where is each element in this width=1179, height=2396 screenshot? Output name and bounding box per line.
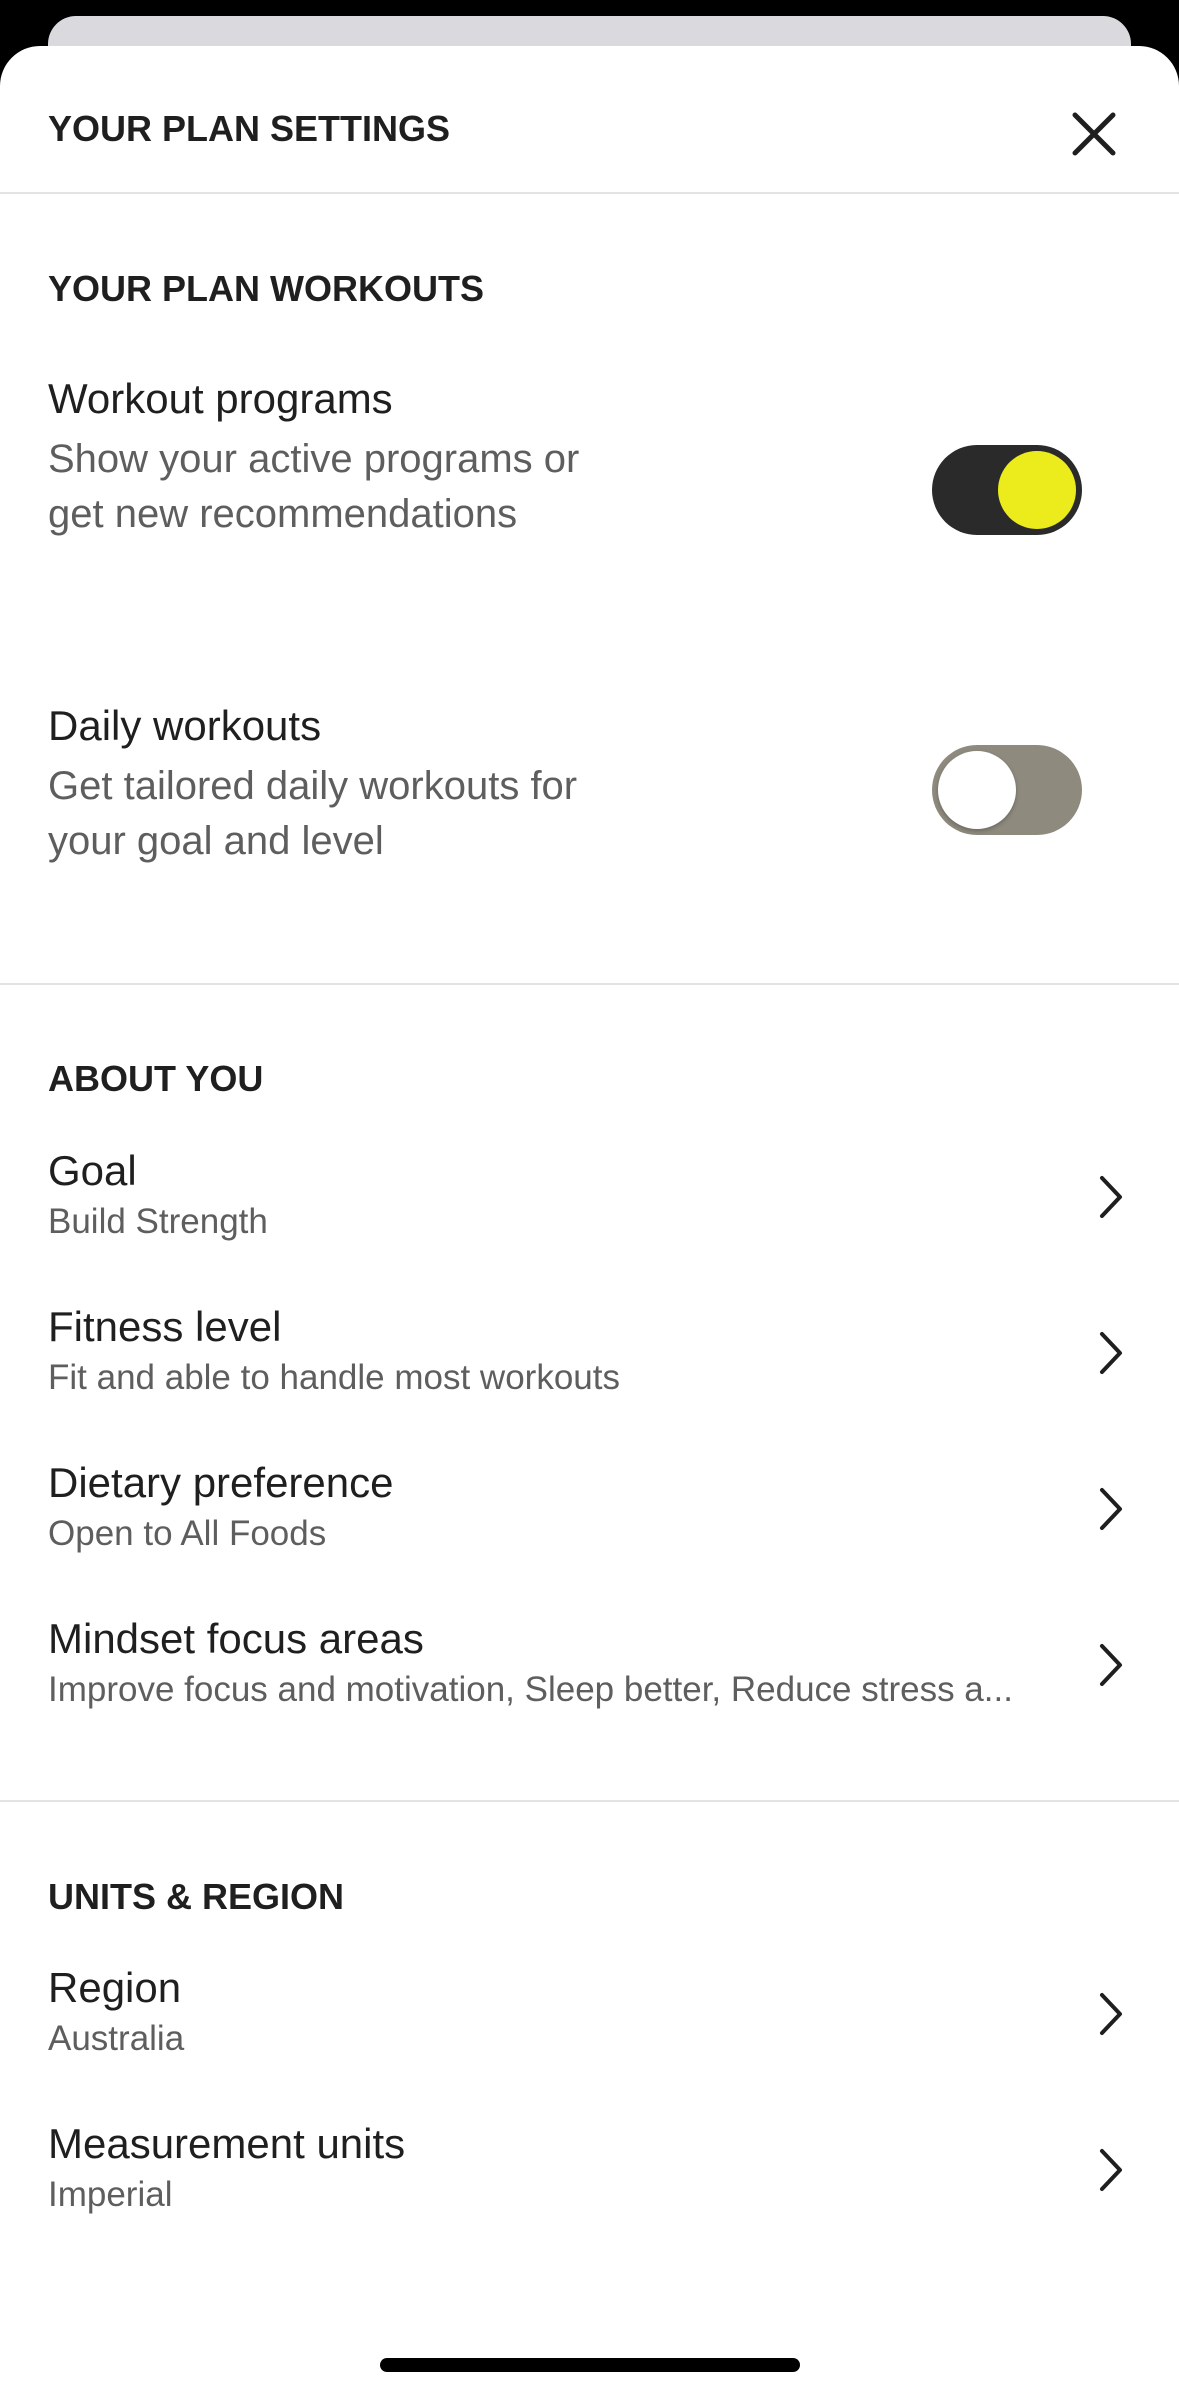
region-row[interactable]: Region Australia xyxy=(0,1961,1179,2091)
region-value: Australia xyxy=(48,2019,185,2058)
workout-programs-toggle[interactable] xyxy=(932,445,1082,535)
measurement-units-row[interactable]: Measurement units Imperial xyxy=(0,2117,1179,2247)
fitness-level-row[interactable]: Fitness level Fit and able to handle mos… xyxy=(0,1300,1179,1430)
chevron-right-icon xyxy=(1100,1993,1122,2035)
measurement-units-value: Imperial xyxy=(48,2175,173,2214)
fitness-level-title: Fitness level xyxy=(48,1303,282,1350)
mindset-focus-row[interactable]: Mindset focus areas Improve focus and mo… xyxy=(0,1612,1179,1742)
sheet-header: YOUR PLAN SETTINGS xyxy=(0,46,1179,194)
chevron-right-icon xyxy=(1100,2149,1122,2191)
goal-row[interactable]: Goal Build Strength xyxy=(0,1144,1179,1274)
goal-title: Goal xyxy=(48,1147,137,1194)
home-indicator[interactable] xyxy=(380,2358,800,2372)
chevron-right-icon xyxy=(1100,1176,1122,1218)
daily-workouts-description: Get tailored daily workouts for your goa… xyxy=(48,764,578,863)
page-title: YOUR PLAN SETTINGS xyxy=(48,108,451,149)
toggle-knob xyxy=(998,451,1076,529)
chevron-right-icon xyxy=(1100,1332,1122,1374)
mindset-focus-value: Improve focus and motivation, Sleep bett… xyxy=(48,1670,1013,1709)
measurement-units-title: Measurement units xyxy=(48,2120,406,2167)
close-button[interactable] xyxy=(1066,106,1122,162)
section-divider xyxy=(0,983,1179,985)
region-title: Region xyxy=(48,1964,182,2011)
section-title-about-you: ABOUT YOU xyxy=(48,1058,264,1099)
settings-sheet: YOUR PLAN SETTINGS YOUR PLAN WORKOUTS Wo… xyxy=(0,46,1179,2396)
chevron-right-icon xyxy=(1100,1644,1122,1686)
toggle-knob xyxy=(938,751,1016,829)
section-title-workouts: YOUR PLAN WORKOUTS xyxy=(48,268,484,309)
section-title-units-region: UNITS & REGION xyxy=(48,1876,345,1917)
close-icon xyxy=(1072,112,1116,156)
daily-workouts-toggle[interactable] xyxy=(932,745,1082,835)
mindset-focus-title: Mindset focus areas xyxy=(48,1615,424,1662)
chevron-right-icon xyxy=(1100,1488,1122,1530)
workout-programs-title: Workout programs xyxy=(48,375,393,422)
goal-value: Build Strength xyxy=(48,1202,268,1241)
dietary-preference-row[interactable]: Dietary preference Open to All Foods xyxy=(0,1456,1179,1586)
dietary-preference-title: Dietary preference xyxy=(48,1459,394,1506)
dietary-preference-value: Open to All Foods xyxy=(48,1514,327,1553)
fitness-level-value: Fit and able to handle most workouts xyxy=(48,1358,620,1397)
workout-programs-description: Show your active programs or get new rec… xyxy=(48,437,580,536)
section-divider xyxy=(0,1800,1179,1802)
